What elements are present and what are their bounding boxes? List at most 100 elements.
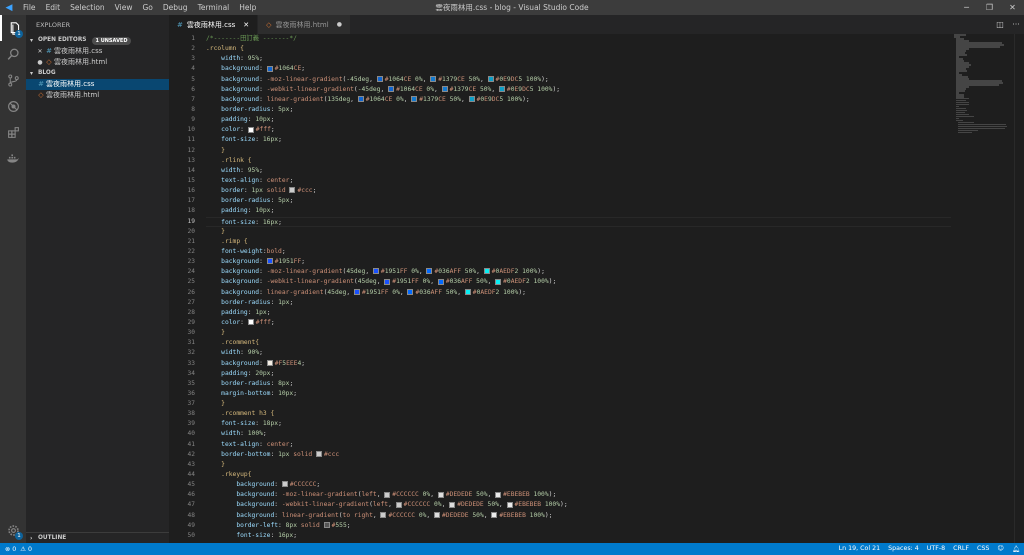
encoding-setting[interactable]: UTF-8 <box>927 545 945 553</box>
color-swatch[interactable] <box>357 96 364 103</box>
code-line[interactable]: border-radius: 5px; <box>206 196 951 206</box>
close-icon[interactable]: ✕ <box>36 46 44 57</box>
code-line[interactable]: background: #1951FF; <box>206 257 951 267</box>
color-swatch[interactable] <box>437 278 444 285</box>
code-line[interactable]: color: #fff; <box>206 125 951 135</box>
source-control-icon[interactable] <box>0 67 26 93</box>
code-line[interactable]: background: #F5EEE4; <box>206 359 951 369</box>
color-swatch[interactable] <box>434 511 441 518</box>
settings-gear-icon[interactable]: 1 <box>0 517 26 543</box>
color-swatch[interactable] <box>449 501 456 508</box>
color-swatch[interactable] <box>289 187 296 194</box>
search-icon[interactable] <box>0 41 26 67</box>
code-line[interactable]: background: -moz-linear-gradient(45deg, … <box>206 267 951 277</box>
code-line[interactable]: } <box>206 328 951 338</box>
menu-item-debug[interactable]: Debug <box>158 0 193 15</box>
color-swatch[interactable] <box>266 359 273 366</box>
tab-html-file[interactable]: ◇ 雲夜雨林用.html ● <box>258 15 351 34</box>
color-swatch[interactable] <box>464 288 471 295</box>
color-swatch[interactable] <box>384 491 391 498</box>
unsaved-dot-icon[interactable]: ● <box>337 21 342 28</box>
code-line[interactable]: .rcomment{ <box>206 338 951 348</box>
color-swatch[interactable] <box>380 511 387 518</box>
code-line[interactable]: background: -moz-linear-gradient(-45deg,… <box>206 75 951 85</box>
cursor-position[interactable]: Ln 19, Col 21 <box>839 545 881 553</box>
docker-icon[interactable] <box>0 145 26 171</box>
menu-item-view[interactable]: View <box>110 0 138 15</box>
language-mode[interactable]: CSS <box>977 545 989 553</box>
code-line[interactable]: } <box>206 146 951 156</box>
color-swatch[interactable] <box>491 511 498 518</box>
code-line[interactable]: background: linear-gradient(135deg, #106… <box>206 95 951 105</box>
color-swatch[interactable] <box>266 258 273 265</box>
code-line[interactable]: background: -webkit-linear-gradient(left… <box>206 500 951 510</box>
color-swatch[interactable] <box>388 85 395 92</box>
menu-item-selection[interactable]: Selection <box>65 0 110 15</box>
errors-indicator[interactable]: ⊗ 0 <box>5 546 16 553</box>
color-swatch[interactable] <box>395 501 402 508</box>
color-swatch[interactable] <box>426 268 433 275</box>
code-line[interactable]: width: 90%; <box>206 348 951 358</box>
color-swatch[interactable] <box>247 126 254 133</box>
vertical-scrollbar[interactable] <box>1014 34 1024 543</box>
code-line[interactable]: border-left: 8px solid #555; <box>206 521 951 531</box>
minimize-icon[interactable]: ─ <box>955 0 978 15</box>
blog-folder-header[interactable]: ▾ BLOG <box>26 68 169 79</box>
code-line[interactable]: text-align: center; <box>206 176 951 186</box>
tab-css-file[interactable]: # 雲夜雨林用.css ✕ <box>169 15 259 34</box>
code-line[interactable]: border-bottom: 1px solid #ccc <box>206 450 951 460</box>
color-swatch[interactable] <box>407 288 414 295</box>
open-editor-item[interactable]: ✕ # 雲夜雨林用.css <box>26 46 169 57</box>
code-line[interactable]: border-radius: 8px; <box>206 379 951 389</box>
code-line[interactable]: padding: 10px; <box>206 206 951 216</box>
code-line[interactable]: border-radius: 1px; <box>206 298 951 308</box>
code-line[interactable]: background: #CCCCCC; <box>206 480 951 490</box>
color-swatch[interactable] <box>487 75 494 82</box>
code-line[interactable]: width: 95%; <box>206 54 951 64</box>
color-swatch[interactable] <box>468 96 475 103</box>
color-swatch[interactable] <box>376 75 383 82</box>
menu-item-help[interactable]: Help <box>234 0 261 15</box>
code-line[interactable]: background: -webkit-linear-gradient(-45d… <box>206 85 951 95</box>
code-line[interactable]: width: 100%; <box>206 429 951 439</box>
minimap[interactable] <box>954 34 1014 543</box>
code-line[interactable]: background: -moz-linear-gradient(left, #… <box>206 490 951 500</box>
file-tree-item[interactable]: ◇ 雲夜雨林用.html <box>26 90 169 101</box>
code-line[interactable]: width: 95%; <box>206 166 951 176</box>
menu-item-edit[interactable]: Edit <box>41 0 66 15</box>
color-swatch[interactable] <box>353 288 360 295</box>
code-line[interactable]: .rcolumn { <box>206 44 951 54</box>
code-line[interactable]: border-radius: 5px; <box>206 105 951 115</box>
extensions-icon[interactable] <box>0 119 26 145</box>
indentation-setting[interactable]: Spaces: 4 <box>888 545 919 553</box>
code-line[interactable]: background: #1064CE; <box>206 64 951 74</box>
smiley-feedback-icon[interactable]: ☺ <box>997 545 1004 553</box>
open-editors-header[interactable]: ▾ OPEN EDITORS 1 UNSAVED <box>26 35 169 46</box>
close-icon[interactable]: ✕ <box>1001 0 1024 15</box>
code-editor[interactable]: 1 2 3 4 5 6 7 8 9 10 11 12 13 14 15 16 17 18 19 20 21 22 23 24 2… <box>169 34 1024 543</box>
code-line[interactable]: } <box>206 460 951 470</box>
color-swatch[interactable] <box>247 319 254 326</box>
code-line[interactable]: font-size: 16px; <box>206 531 951 541</box>
file-tree-item[interactable]: # 雲夜雨林用.css <box>26 79 169 90</box>
color-swatch[interactable] <box>498 85 505 92</box>
code-line[interactable]: margin-bottom: 10px; <box>206 389 951 399</box>
color-swatch[interactable] <box>441 85 448 92</box>
color-swatch[interactable] <box>437 491 444 498</box>
color-swatch[interactable] <box>483 268 490 275</box>
code-line[interactable]: padding: 1px; <box>206 308 951 318</box>
code-line[interactable]: .rcomment h3 { <box>206 409 951 419</box>
color-swatch[interactable] <box>266 65 273 72</box>
code-line[interactable]: font-size: 18px; <box>206 419 951 429</box>
code-line[interactable]: } <box>206 227 951 237</box>
code-line[interactable]: background: linear-gradient(to right, #C… <box>206 511 951 521</box>
menu-item-terminal[interactable]: Terminal <box>193 0 235 15</box>
code-line[interactable]: /*-------田訂義 -------*/ <box>206 34 951 44</box>
close-icon[interactable]: ✕ <box>243 21 249 29</box>
code-line[interactable]: font-size: 16px; <box>206 216 951 227</box>
color-swatch[interactable] <box>495 278 502 285</box>
warnings-indicator[interactable]: ⚠ 0 <box>20 546 32 553</box>
color-swatch[interactable] <box>506 501 513 508</box>
code-line[interactable]: .rimp { <box>206 237 951 247</box>
color-swatch[interactable] <box>495 491 502 498</box>
